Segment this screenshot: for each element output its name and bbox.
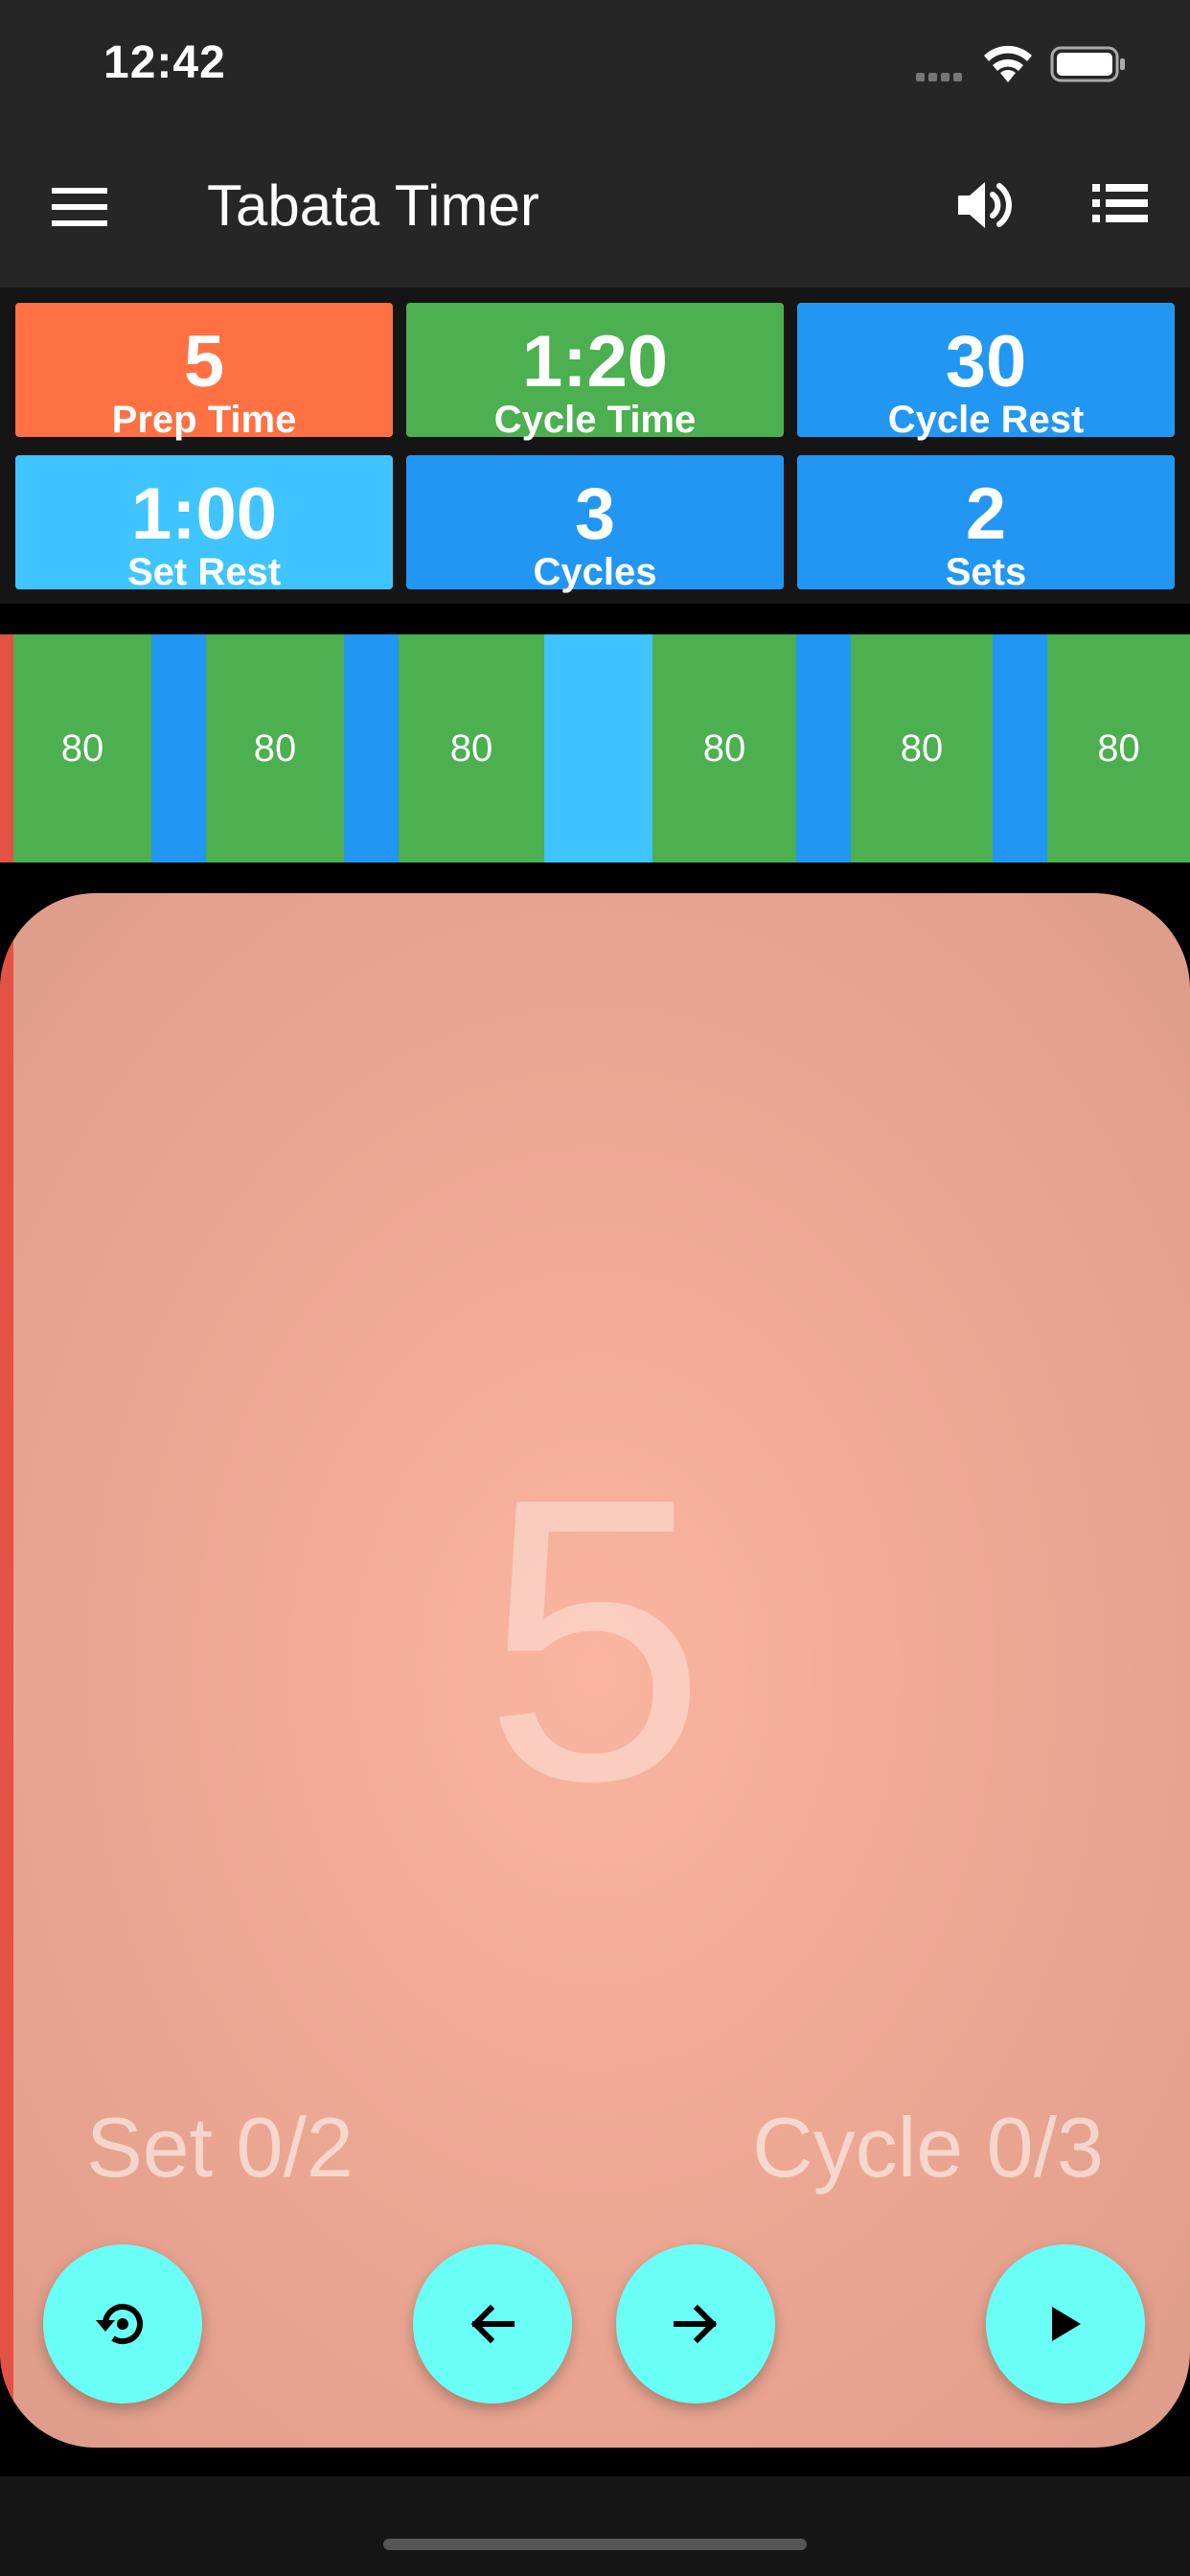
timeline-set-rest-segment (544, 634, 652, 862)
timeline-rest-segment (151, 634, 206, 862)
app-title: Tabata Timer (207, 173, 539, 238)
timeline-work-label: 80 (900, 726, 944, 770)
cycle-time-value: 1:20 (521, 321, 669, 402)
timeline-rest-segment (344, 634, 399, 862)
timeline-work-segment: 80 (206, 634, 344, 862)
sets-tile[interactable]: 2 Sets (797, 455, 1175, 593)
sets-value: 2 (965, 473, 1007, 555)
timeline-work-label: 80 (60, 726, 104, 770)
home-indicator[interactable] (383, 2539, 807, 2550)
timeline-work-segment: 80 (652, 634, 796, 862)
set-rest-tile[interactable]: 1:00 Set Rest (15, 455, 393, 593)
prep-time-value: 5 (183, 321, 225, 402)
play-icon (1052, 2307, 1081, 2341)
menu-icon[interactable] (52, 188, 107, 231)
cellular-signal-icon (916, 69, 966, 86)
timeline-work-segment: 80 (399, 634, 544, 862)
set-progress-label: Set 0/2 (86, 2100, 354, 2195)
reset-button[interactable] (43, 2244, 202, 2404)
timeline-rest-segment (993, 634, 1047, 862)
settings-tiles: 5 Prep Time 1:20 Cycle Time 30 Cycle Res… (0, 288, 1190, 604)
countdown-value: 5 (483, 1415, 707, 1865)
timeline-work-segment: 80 (1047, 634, 1190, 862)
timer-card: 5 Set 0/2 Cycle 0/3 (0, 893, 1190, 2448)
timeline-prep-segment (0, 634, 13, 862)
next-button[interactable] (616, 2244, 775, 2404)
play-button[interactable] (986, 2244, 1145, 2404)
prep-time-label: Prep Time (111, 399, 297, 441)
cycle-progress-label: Cycle 0/3 (752, 2100, 1104, 2195)
wifi-icon (981, 42, 1035, 89)
status-time: 12:42 (103, 37, 226, 88)
cycle-time-label: Cycle Time (493, 399, 697, 441)
prep-time-tile[interactable]: 5 Prep Time (15, 303, 393, 441)
previous-button[interactable] (413, 2244, 572, 2404)
battery-icon (1050, 46, 1127, 89)
cycle-rest-label: Cycle Rest (887, 399, 1085, 441)
timeline-rest-segment (796, 634, 851, 862)
set-rest-value: 1:00 (130, 473, 278, 555)
reset-icon (96, 2304, 143, 2345)
timeline-work-segment: 80 (13, 634, 151, 862)
timeline-work-label: 80 (702, 726, 746, 770)
app-bar: Tabata Timer (0, 134, 1190, 288)
arrow-left-icon (470, 2304, 515, 2344)
timeline-work-label: 80 (449, 726, 493, 770)
timeline-work-label: 80 (253, 726, 297, 770)
arrow-right-icon (674, 2304, 718, 2344)
timeline-work-segment: 80 (851, 634, 993, 862)
cycle-rest-tile[interactable]: 30 Cycle Rest (797, 303, 1175, 441)
cycle-rest-value: 30 (945, 321, 1027, 402)
sets-label: Sets (945, 551, 1027, 593)
status-bar: 12:42 (0, 0, 1190, 134)
cycles-label: Cycles (533, 551, 657, 593)
workout-timeline[interactable]: 80 80 80 80 80 80 (0, 634, 1190, 862)
volume-icon[interactable] (956, 178, 1014, 237)
timeline-work-label: 80 (1097, 726, 1140, 770)
set-rest-label: Set Rest (126, 551, 282, 593)
home-indicator-area (0, 2476, 1190, 2576)
cycle-time-tile[interactable]: 1:20 Cycle Time (406, 303, 784, 441)
cycles-tile[interactable]: 3 Cycles (406, 455, 784, 593)
cycles-value: 3 (574, 473, 616, 555)
workout-list-icon[interactable] (1092, 184, 1148, 227)
